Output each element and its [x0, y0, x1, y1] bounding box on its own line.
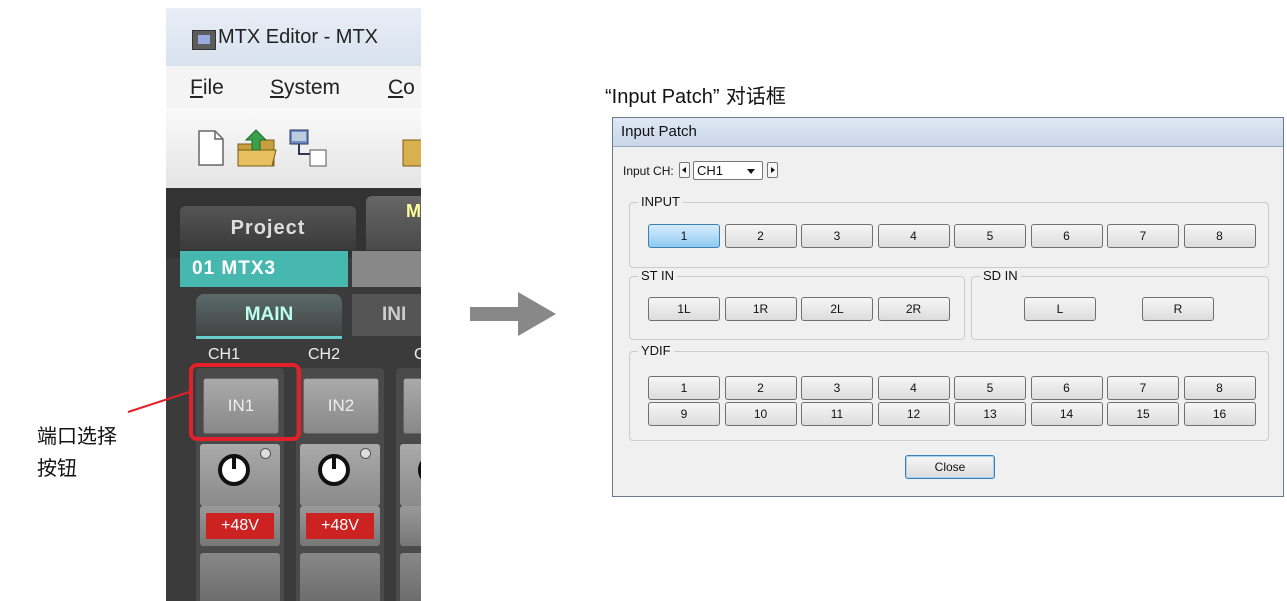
- tab-project[interactable]: Project: [180, 206, 356, 250]
- gain-control[interactable]: [200, 444, 280, 506]
- st-in-button-1r[interactable]: 1R: [724, 297, 797, 321]
- dialog-title: Input Patch: [613, 118, 1283, 147]
- menu-system[interactable]: System: [270, 76, 340, 100]
- network-setup-icon[interactable]: [286, 128, 330, 170]
- app-icon: [192, 30, 216, 50]
- group-input-label: INPUT: [638, 194, 683, 209]
- arrow-head-icon: [518, 292, 556, 336]
- signal-led: [260, 448, 271, 459]
- channel-label-ch1: CH1: [208, 346, 241, 363]
- group-sd-in: SD IN L R: [971, 268, 1269, 340]
- menu-controller[interactable]: Co: [388, 76, 415, 100]
- editor-title: MTX Editor - MTX: [218, 26, 379, 48]
- ydif-button-9[interactable]: 9: [648, 402, 720, 426]
- new-file-icon[interactable]: [196, 128, 226, 168]
- signal-led: [360, 448, 371, 459]
- phantom-box: [400, 506, 421, 546]
- input-button-3[interactable]: 3: [801, 224, 873, 248]
- annotation-line-1: 端口选择: [37, 424, 117, 448]
- ydif-button-12[interactable]: 12: [877, 402, 950, 426]
- st-in-button-2l[interactable]: 2L: [801, 297, 873, 321]
- ydif-button-15[interactable]: 15: [1107, 402, 1179, 426]
- ydif-button-6[interactable]: 6: [1030, 376, 1103, 400]
- ydif-button-13[interactable]: 13: [954, 402, 1026, 426]
- tab-input[interactable]: INI: [352, 294, 421, 336]
- folder-icon[interactable]: [401, 128, 421, 170]
- ydif-button-5[interactable]: 5: [954, 376, 1026, 400]
- sd-in-button-l[interactable]: L: [1024, 297, 1096, 321]
- arrow-right-icon: [470, 307, 520, 321]
- channel-label-ch3: C: [414, 346, 421, 363]
- gain-knob-icon[interactable]: [218, 454, 250, 486]
- phantom-power-button-ch2[interactable]: +48V: [306, 513, 374, 539]
- input-button-5[interactable]: 5: [954, 224, 1026, 248]
- input-patch-dialog: Input Patch Input CH: CH1 INPUT 12345678…: [612, 117, 1284, 497]
- gain-knob-icon[interactable]: [318, 454, 350, 486]
- group-ydif-label: YDIF: [638, 343, 674, 358]
- group-input: INPUT 12345678: [629, 194, 1269, 268]
- editor-tab-strip: Project M: [166, 188, 421, 258]
- ydif-button-16[interactable]: 16: [1183, 402, 1256, 426]
- open-file-icon[interactable]: [236, 128, 278, 170]
- menu-file[interactable]: File: [190, 76, 224, 100]
- dialog-body: Input CH: CH1 INPUT 12345678 ST IN 1L 1R 2…: [617, 150, 1279, 493]
- chevron-down-icon: [747, 169, 755, 174]
- close-button[interactable]: Close: [905, 455, 995, 479]
- ydif-button-14[interactable]: 14: [1030, 402, 1103, 426]
- channel-label-ch2: CH2: [308, 346, 341, 363]
- group-sd-in-label: SD IN: [980, 268, 1021, 283]
- device-tab-mtx3[interactable]: 01 MTX3: [180, 251, 348, 287]
- tab-mtx[interactable]: M: [366, 196, 421, 250]
- group-st-in-label: ST IN: [638, 268, 677, 283]
- ydif-button-11[interactable]: 11: [801, 402, 873, 426]
- input-button-1[interactable]: 1: [648, 224, 720, 248]
- ydif-button-10[interactable]: 10: [724, 402, 797, 426]
- phantom-power-button-ch1[interactable]: +48V: [206, 513, 274, 539]
- ydif-button-3[interactable]: 3: [801, 376, 873, 400]
- input-button-7[interactable]: 7: [1107, 224, 1179, 248]
- input-button-8[interactable]: 8: [1183, 224, 1256, 248]
- mtx-editor-window: MTX Editor - MTX File System Co Project …: [166, 8, 421, 601]
- lower-control[interactable]: [400, 553, 421, 601]
- lower-control[interactable]: [300, 553, 380, 601]
- port-button-highlight: [189, 363, 301, 441]
- input-button-6[interactable]: 6: [1030, 224, 1103, 248]
- ydif-button-8[interactable]: 8: [1183, 376, 1256, 400]
- dialog-caption: “Input Patch” 对话框: [605, 84, 786, 108]
- input-ch-select[interactable]: CH1: [693, 161, 763, 180]
- ydif-button-4[interactable]: 4: [877, 376, 950, 400]
- annotation-port-select: 端口选择 按钮: [37, 420, 117, 484]
- st-in-button-1l[interactable]: 1L: [648, 297, 720, 321]
- gain-control[interactable]: [300, 444, 380, 506]
- editor-menubar: File System Co: [166, 66, 421, 109]
- device-tab-next[interactable]: [352, 251, 421, 287]
- input-button-4[interactable]: 4: [877, 224, 950, 248]
- gain-knob-icon[interactable]: [418, 454, 421, 486]
- input-button-2[interactable]: 2: [724, 224, 797, 248]
- annotation-line-2: 按钮: [37, 456, 77, 480]
- port-select-button-ch3[interactable]: [403, 378, 421, 434]
- input-ch-label: Input CH:: [623, 164, 674, 178]
- st-in-button-2r[interactable]: 2R: [877, 297, 950, 321]
- ydif-button-7[interactable]: 7: [1107, 376, 1179, 400]
- next-channel-button[interactable]: [767, 162, 778, 178]
- group-ydif: YDIF 1 2 3 4 5 6 7 8 9 10 11 12 13 14 15 16: [629, 343, 1269, 441]
- ydif-button-2[interactable]: 2: [724, 376, 797, 400]
- tab-main[interactable]: MAIN: [196, 294, 342, 339]
- gain-control[interactable]: [400, 444, 421, 506]
- ydif-button-1[interactable]: 1: [648, 376, 720, 400]
- lower-control[interactable]: [200, 553, 280, 601]
- sd-in-button-r[interactable]: R: [1142, 297, 1214, 321]
- prev-channel-button[interactable]: [679, 162, 690, 178]
- group-st-in: ST IN 1L 1R 2L 2R: [629, 268, 965, 340]
- editor-titlebar: MTX Editor - MTX: [166, 8, 421, 66]
- editor-toolbar: [166, 108, 421, 189]
- port-select-button-ch2[interactable]: IN2: [303, 378, 379, 434]
